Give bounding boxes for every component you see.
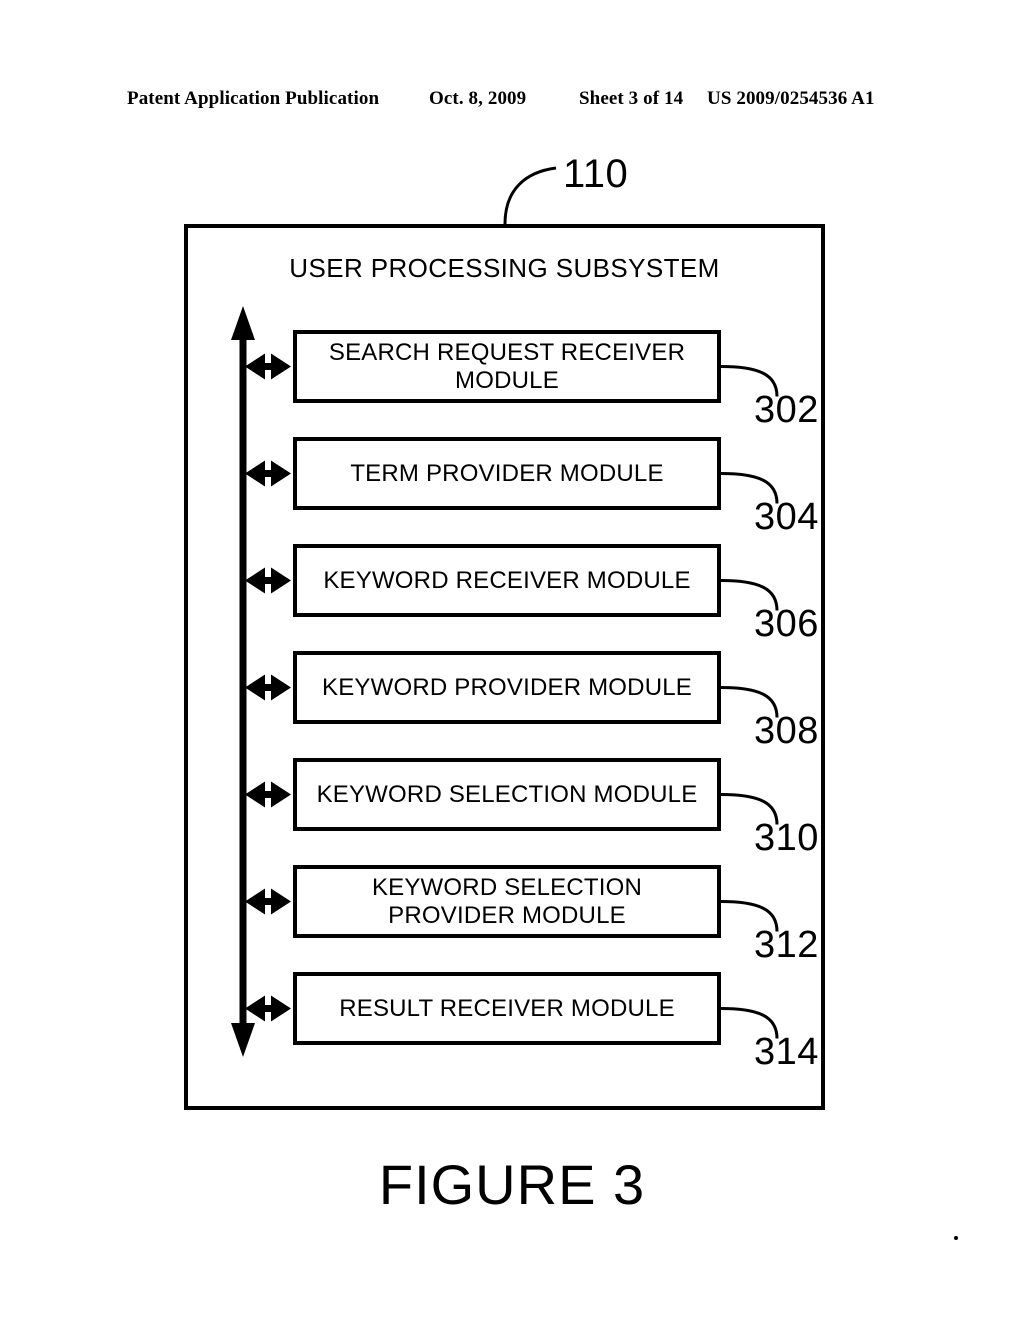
module-label-302: SEARCH REQUEST RECEIVER MODULE (328, 338, 686, 394)
subsystem-title: USER PROCESSING SUBSYSTEM (289, 253, 720, 283)
module-label-312: KEYWORD SELECTION PROVIDER MODULE (371, 873, 643, 929)
module-box-308: KEYWORD PROVIDER MODULE (293, 651, 721, 724)
reference-number-314: 314 (754, 1030, 819, 1073)
module-box-312: KEYWORD SELECTION PROVIDER MODULE (293, 865, 721, 938)
module-box-302: SEARCH REQUEST RECEIVER MODULE (293, 330, 721, 403)
module-box-304: TERM PROVIDER MODULE (293, 437, 721, 510)
module-label-308: KEYWORD PROVIDER MODULE (322, 673, 692, 701)
module-box-310: KEYWORD SELECTION MODULE (293, 758, 721, 831)
module-label-314: RESULT RECEIVER MODULE (339, 994, 675, 1022)
figure-3-drawing: 110 USER PROCESSING SUBSYSTEM SEARCH REQ… (0, 0, 1024, 1320)
page-artifact-dot (954, 1236, 958, 1240)
module-box-314: RESULT RECEIVER MODULE (293, 972, 721, 1045)
reference-number-306: 306 (754, 602, 819, 645)
reference-number-302: 302 (754, 388, 819, 431)
module-label-304: TERM PROVIDER MODULE (350, 459, 664, 487)
module-label-306: KEYWORD RECEIVER MODULE (323, 566, 691, 594)
reference-number-308: 308 (754, 709, 819, 752)
module-box-306: KEYWORD RECEIVER MODULE (293, 544, 721, 617)
reference-number-312: 312 (754, 923, 819, 966)
module-label-310: KEYWORD SELECTION MODULE (316, 780, 698, 808)
figure-caption: FIGURE 3 (378, 1153, 646, 1216)
leader-line-110 (503, 166, 557, 225)
reference-number-310: 310 (754, 816, 819, 859)
reference-number-110: 110 (563, 152, 629, 196)
reference-number-304: 304 (754, 495, 819, 538)
